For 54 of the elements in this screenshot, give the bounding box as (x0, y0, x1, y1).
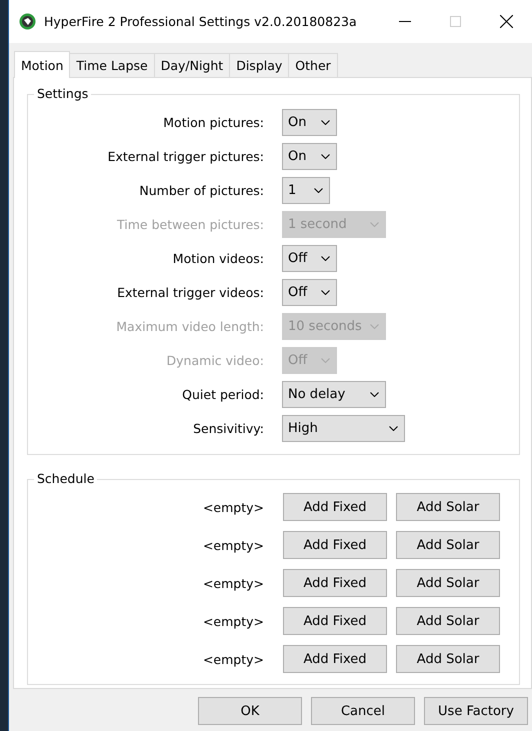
setting-label: Motion videos: (172, 251, 264, 266)
chevron-down-icon (321, 256, 330, 261)
dialog-button[interactable]: Use Factory (424, 697, 528, 725)
chevron-down-icon (321, 154, 330, 159)
group-title: Settings (34, 86, 92, 101)
add-fixed-button[interactable]: Add Fixed (283, 569, 387, 597)
chevron-down-icon (389, 426, 398, 431)
setting-label: Number of pictures: (139, 183, 264, 198)
setting-label: Sensivitivy: (193, 421, 264, 436)
maximize-icon (450, 16, 461, 27)
add-fixed-button[interactable]: Add Fixed (283, 493, 387, 521)
dropdown[interactable]: On (282, 143, 337, 170)
schedule-entry: <empty> (202, 614, 264, 628)
schedule-entry: <empty> (202, 500, 264, 514)
schedule-entry: <empty> (202, 652, 264, 666)
schedule-entry: <empty> (202, 576, 264, 590)
setting-label: Dynamic video: (166, 353, 264, 368)
tab[interactable]: Other (288, 53, 338, 77)
add-fixed-button[interactable]: Add Fixed (283, 531, 387, 559)
add-fixed-button[interactable]: Add Fixed (283, 645, 387, 673)
setting-label: Maximum video length: (116, 319, 264, 334)
chevron-down-icon (370, 324, 379, 329)
minimize-icon (398, 20, 410, 22)
dialog-button[interactable]: OK (198, 697, 302, 725)
setting-label: External trigger pictures: (108, 149, 264, 164)
dialog-button[interactable]: Cancel (311, 697, 415, 725)
chevron-down-icon (370, 222, 379, 227)
add-solar-button[interactable]: Add Solar (396, 569, 500, 597)
setting-label: Time between pictures: (117, 217, 264, 232)
setting-label: External trigger videos: (117, 285, 264, 300)
chevron-down-icon (370, 392, 379, 397)
add-solar-button[interactable]: Add Solar (396, 531, 500, 559)
app-icon (19, 13, 36, 30)
add-solar-button[interactable]: Add Solar (396, 607, 500, 635)
dropdown[interactable]: No delay (282, 381, 386, 408)
chevron-down-icon (321, 290, 330, 295)
dropdown[interactable]: High (282, 415, 405, 442)
schedule-entry: <empty> (202, 538, 264, 552)
dropdown[interactable]: Off (282, 245, 337, 272)
dropdown[interactable]: Off (282, 279, 337, 306)
tab[interactable]: Motion (14, 51, 70, 78)
setting-label: Motion pictures: (163, 115, 264, 130)
dropdown[interactable]: On (282, 109, 337, 136)
add-solar-button[interactable]: Add Solar (396, 493, 500, 521)
dropdown[interactable]: 1 (282, 177, 330, 204)
close-icon (500, 15, 513, 28)
window-title: HyperFire 2 Professional Settings v2.0.20180823a (44, 14, 358, 29)
add-fixed-button[interactable]: Add Fixed (283, 607, 387, 635)
chevron-down-icon (321, 120, 330, 125)
chevron-down-icon (314, 188, 323, 193)
chevron-down-icon (321, 358, 330, 363)
group-title: Schedule (34, 471, 98, 486)
add-solar-button[interactable]: Add Solar (396, 645, 500, 673)
setting-label: Quiet period: (182, 387, 264, 402)
